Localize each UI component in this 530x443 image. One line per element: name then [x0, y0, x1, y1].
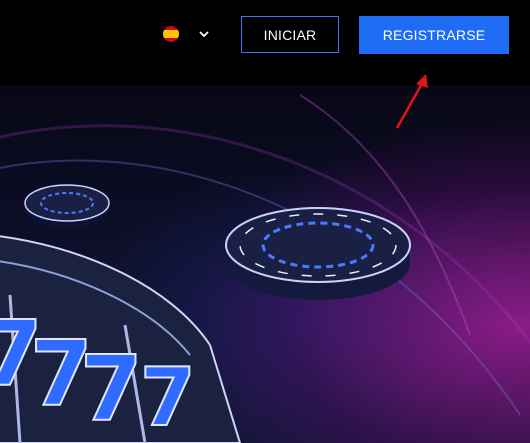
annotation-arrow: [395, 74, 428, 129]
